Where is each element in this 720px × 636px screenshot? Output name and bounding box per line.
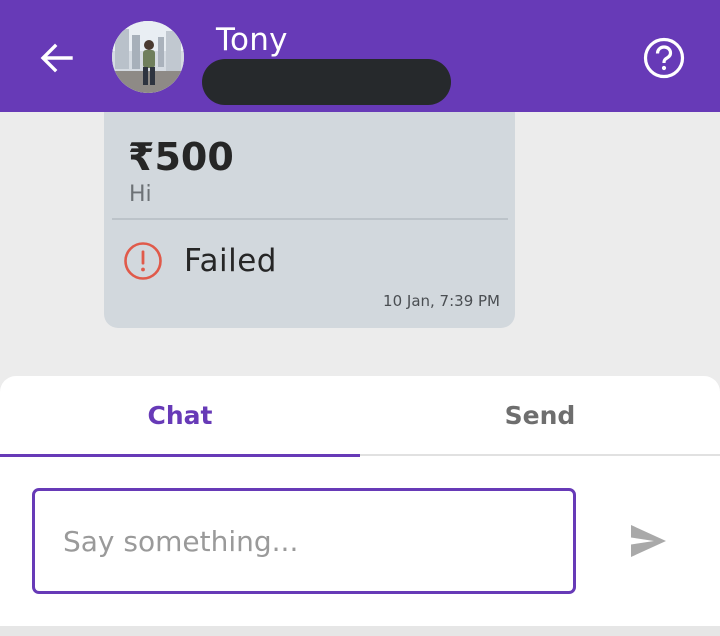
avatar-photo [112,21,184,93]
payment-status: Failed [184,243,277,279]
question-circle-icon [643,37,685,79]
payment-amount: ₹500 [128,135,234,179]
exclamation-circle-icon [124,242,162,280]
redacted-phone-number [202,59,451,105]
compose-panel: Chat Send [0,376,720,626]
bubble-divider [112,218,508,220]
message-timestamp: 10 Jan, 7:39 PM [383,292,500,310]
tab-chat[interactable]: Chat [0,376,360,454]
back-button[interactable] [34,36,78,80]
active-tab-indicator [0,454,360,457]
help-button[interactable] [640,34,688,82]
payment-message-bubble[interactable]: ₹500 Hi Failed 10 Jan, 7:39 PM [104,112,515,328]
arrow-left-icon [40,43,73,73]
payment-note: Hi [129,182,152,207]
send-icon [631,525,666,557]
contact-avatar[interactable] [112,21,184,93]
bottom-strip [0,626,720,636]
message-input[interactable] [63,521,543,561]
app-header: Tony [0,0,720,112]
tab-send[interactable]: Send [360,376,720,454]
chat-screen: Tony ₹500 Hi Failed 10 Jan, 7:39 PM Chat… [0,0,720,636]
contact-name: Tony [216,22,288,58]
send-button[interactable] [624,517,672,565]
message-input-container[interactable] [32,488,576,594]
